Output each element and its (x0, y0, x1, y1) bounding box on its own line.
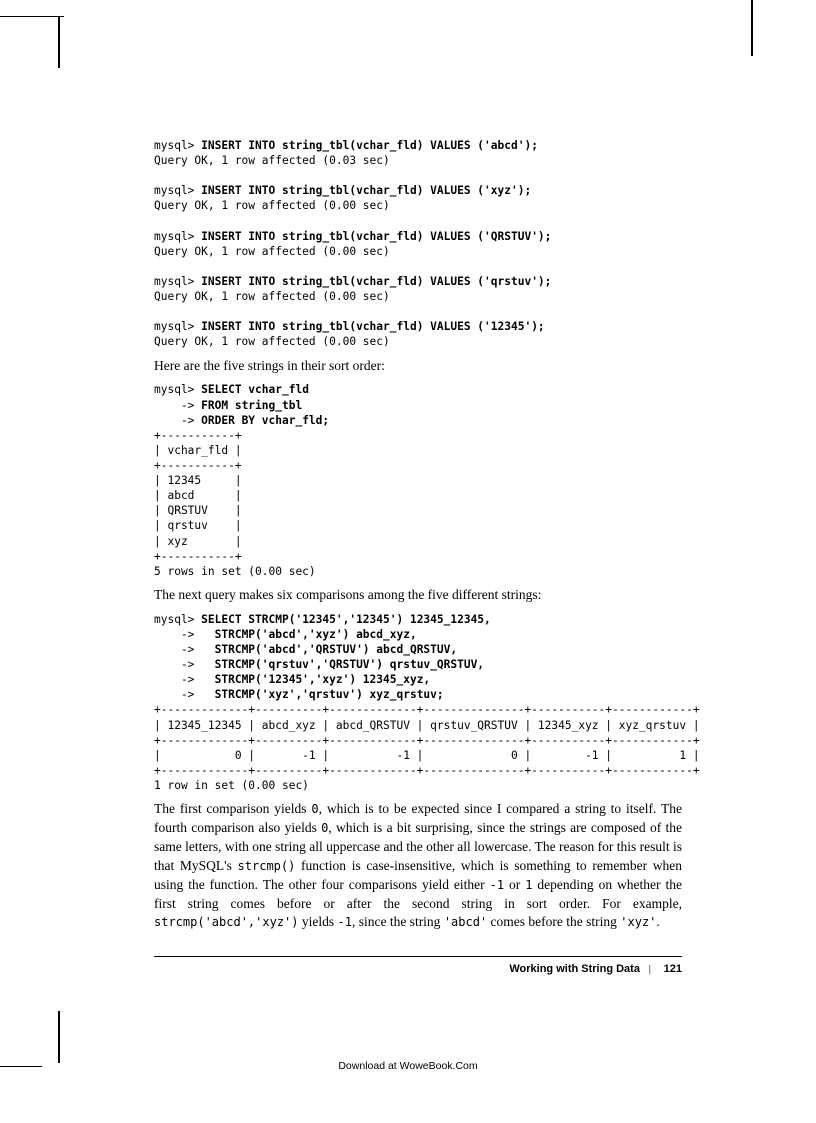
prompt: mysql> (154, 275, 201, 288)
prompt: -> (154, 688, 215, 701)
result: Query OK, 1 row affected (0.00 sec) (154, 290, 390, 303)
code-literal: 'xyz' (620, 915, 656, 929)
code-literal: 0 (311, 802, 318, 816)
crop-mark-tl-v (58, 16, 60, 68)
para-sort-intro: Here are the five strings in their sort … (154, 357, 682, 376)
t: The first comparison yields (154, 801, 311, 816)
t: , since the string (352, 914, 444, 929)
code-literal: -1 (490, 878, 504, 892)
sql: STRCMP('qrstuv','QRSTUV') qrstuv_QRSTUV, (215, 658, 484, 671)
prompt: mysql> (154, 230, 201, 243)
prompt: -> (154, 399, 201, 412)
t: or (504, 877, 525, 892)
t: . (656, 914, 659, 929)
prompt: mysql> (154, 184, 201, 197)
prompt: -> (154, 628, 215, 641)
result-table: +-------------+----------+-------------+… (154, 703, 700, 792)
download-notice: Download at WoweBook.Com (0, 1060, 816, 1072)
page-content: mysql> INSERT INTO string_tbl(vchar_fld)… (154, 138, 682, 975)
footer-section-title: Working with String Data (509, 963, 640, 975)
prompt: -> (154, 673, 215, 686)
sql: STRCMP('abcd','xyz') abcd_xyz, (215, 628, 417, 641)
crop-mark-tr-v (751, 0, 753, 56)
prompt: -> (154, 643, 215, 656)
prompt: -> (154, 658, 215, 671)
sql: SELECT STRCMP('12345','12345') 12345_123… (201, 613, 491, 626)
prompt: mysql> (154, 320, 201, 333)
crop-mark-tl-h (0, 16, 64, 77)
code-literal: strcmp() (238, 859, 296, 873)
code-literal: 'abcd' (444, 915, 487, 929)
prompt: mysql> (154, 383, 201, 396)
sql: ORDER BY vchar_fld; (201, 414, 329, 427)
result-table: +-----------+ | vchar_fld | +-----------… (154, 429, 316, 578)
page-footer: Working with String Data | 121 (154, 956, 682, 975)
t: yields (299, 914, 338, 929)
page-number: 121 (664, 963, 682, 975)
result: Query OK, 1 row affected (0.00 sec) (154, 245, 390, 258)
sql: SELECT vchar_fld (201, 383, 309, 396)
sql: FROM string_tbl (201, 399, 302, 412)
sql: INSERT INTO string_tbl(vchar_fld) VALUES… (201, 230, 551, 243)
result: Query OK, 1 row affected (0.00 sec) (154, 335, 390, 348)
code-strcmp: mysql> SELECT STRCMP('12345','12345') 12… (154, 612, 682, 793)
sql: STRCMP('xyz','qrstuv') xyz_qrstuv; (215, 688, 444, 701)
prompt: mysql> (154, 613, 201, 626)
sql: INSERT INTO string_tbl(vchar_fld) VALUES… (201, 275, 551, 288)
prompt: -> (154, 414, 201, 427)
sql: INSERT INTO string_tbl(vchar_fld) VALUES… (201, 320, 545, 333)
result: Query OK, 1 row affected (0.00 sec) (154, 199, 390, 212)
result: Query OK, 1 row affected (0.03 sec) (154, 154, 390, 167)
para-explanation: The first comparison yields 0, which is … (154, 800, 682, 932)
code-insert-1: mysql> INSERT INTO string_tbl(vchar_fld)… (154, 138, 682, 350)
code-literal: -1 (338, 915, 352, 929)
sql: STRCMP('12345','xyz') 12345_xyz, (215, 673, 431, 686)
footer-sep: | (649, 963, 651, 975)
sql: INSERT INTO string_tbl(vchar_fld) VALUES… (201, 139, 538, 152)
para-compare-intro: The next query makes six comparisons amo… (154, 586, 682, 605)
sql: INSERT INTO string_tbl(vchar_fld) VALUES… (201, 184, 531, 197)
code-literal: strcmp('abcd','xyz') (154, 915, 299, 929)
sql: STRCMP('abcd','QRSTUV') abcd_QRSTUV, (215, 643, 457, 656)
prompt: mysql> (154, 139, 201, 152)
crop-mark-bl-v (58, 1011, 60, 1063)
code-select-sort: mysql> SELECT vchar_fld -> FROM string_t… (154, 382, 682, 578)
t: comes before the string (487, 914, 620, 929)
